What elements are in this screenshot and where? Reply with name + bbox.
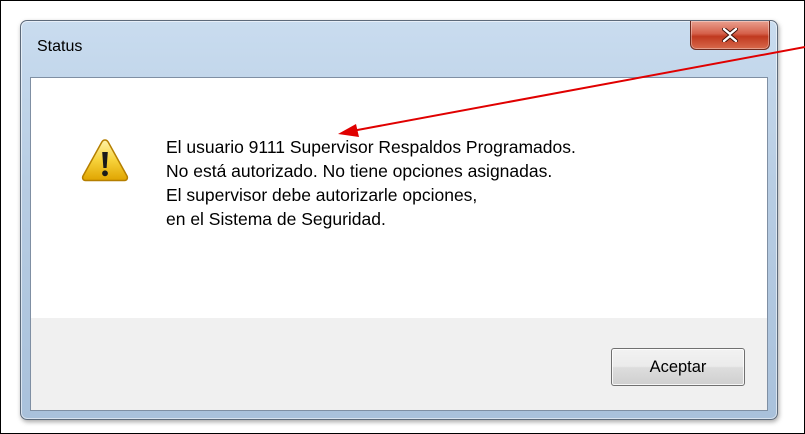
message-line: El usuario 9111 Supervisor Respaldos Pro… [166,137,576,157]
message-area: El usuario 9111 Supervisor Respaldos Pro… [31,78,767,318]
warning-icon [81,139,129,182]
message-line: El supervisor debe autorizarle opciones, [166,185,478,205]
accept-button[interactable]: Aceptar [611,348,745,386]
message-line: en el Sistema de Seguridad. [166,209,386,229]
message-text: El usuario 9111 Supervisor Respaldos Pro… [166,135,576,231]
dialog-client-area: El usuario 9111 Supervisor Respaldos Pro… [30,77,768,411]
status-dialog: Status El usuario 9111 Supervisor Respal… [20,20,778,420]
dialog-titlebar[interactable]: Status [21,21,777,77]
message-line: No está autorizado. No tiene opciones as… [166,161,553,181]
dialog-title: Status [37,38,83,55]
close-button[interactable] [690,21,770,50]
close-icon [722,28,738,42]
